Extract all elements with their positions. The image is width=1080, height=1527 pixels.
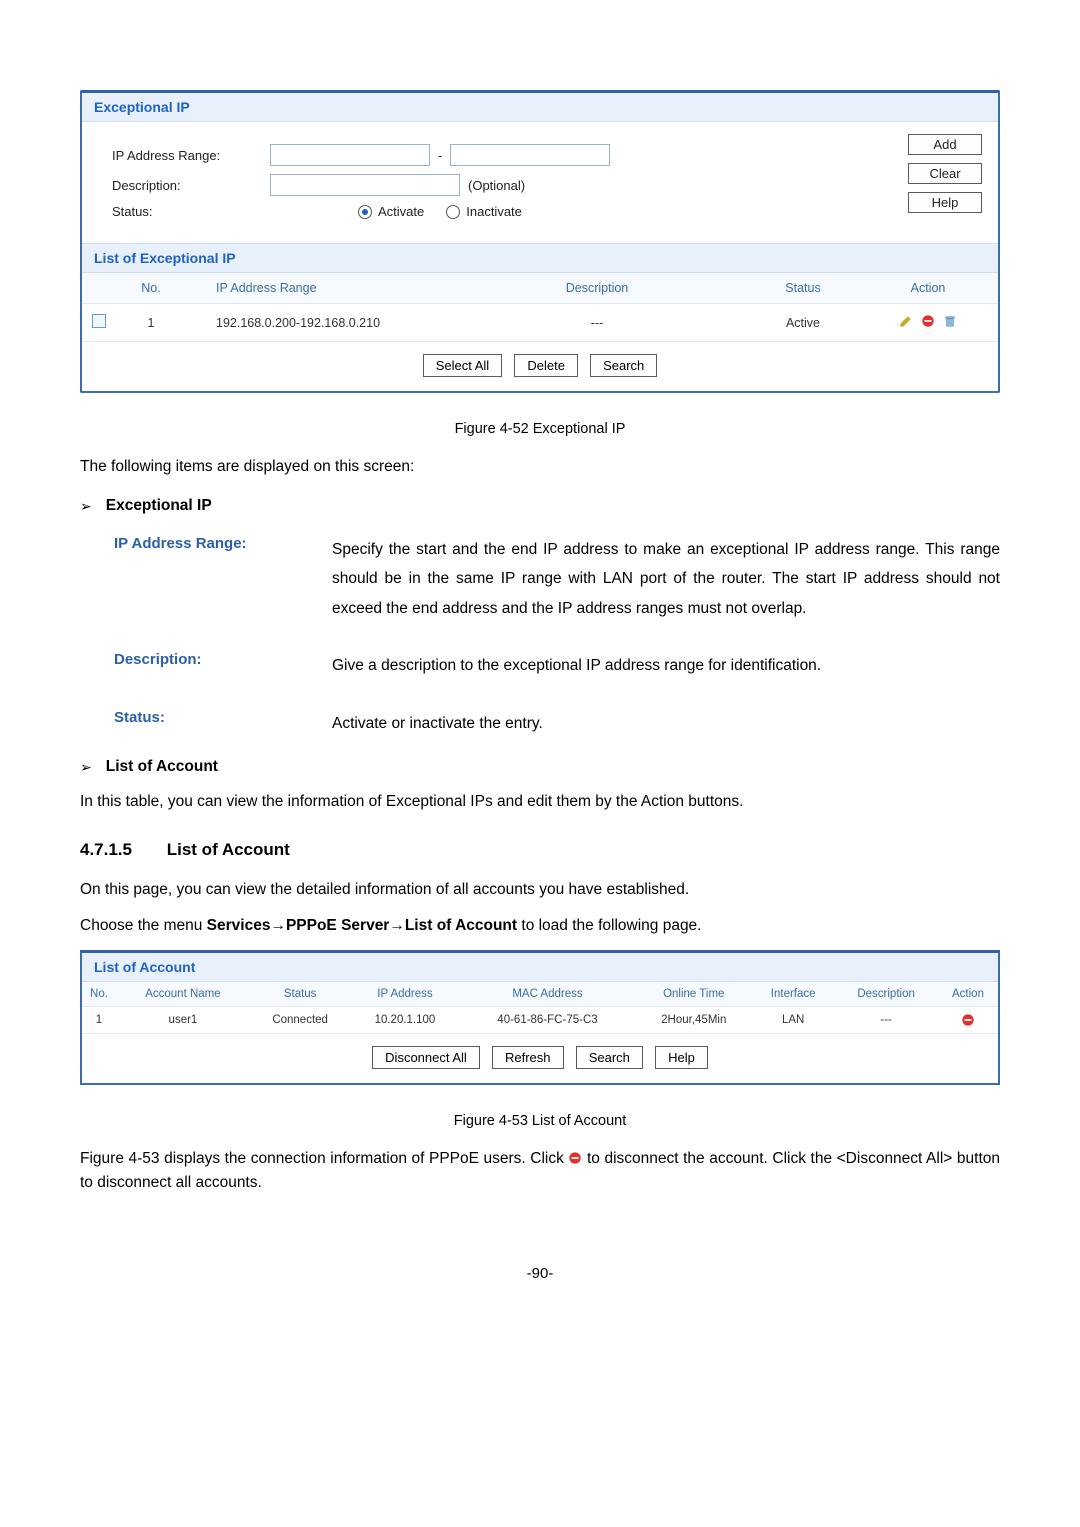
- menu-line-pre: Choose the menu: [80, 917, 207, 934]
- radio-unchecked-icon: [446, 205, 460, 219]
- help-button[interactable]: Help: [655, 1046, 708, 1069]
- exceptional-ip-form: Add Clear Help IP Address Range: - Descr…: [82, 122, 998, 243]
- table-row: 1 192.168.0.200-192.168.0.210 --- Active: [82, 304, 998, 342]
- ip-range-label: IP Address Range:: [92, 148, 262, 163]
- status-label: Status:: [92, 204, 262, 219]
- list-of-account-panel: List of Account No. Account Name Status …: [80, 950, 1000, 1085]
- col-no: No.: [82, 982, 116, 1007]
- chevron-label-1: Exceptional IP: [106, 497, 212, 515]
- disconnect-icon: [568, 1151, 582, 1165]
- panel-title: Exceptional IP: [82, 93, 998, 122]
- help-button[interactable]: Help: [908, 192, 982, 213]
- cell-online: 2Hour,45Min: [635, 1007, 752, 1034]
- section-title: List of Account: [167, 840, 290, 859]
- tail-pre: Figure 4-53 displays the connection info…: [80, 1150, 568, 1167]
- inactivate-label: Inactivate: [466, 204, 522, 219]
- trash-icon[interactable]: [943, 314, 957, 328]
- ip-separator: -: [438, 148, 442, 163]
- list-desc-text: In this table, you can view the informat…: [80, 790, 1000, 814]
- col-account: Account Name: [116, 982, 250, 1007]
- col-status: Status: [748, 273, 858, 304]
- col-no: No.: [116, 273, 186, 304]
- cell-description: ---: [834, 1007, 938, 1034]
- chevron-icon: ➢: [80, 759, 92, 776]
- exceptional-ip-table: No. IP Address Range Description Status …: [82, 273, 998, 342]
- cell-mac: 40-61-86-FC-75-C3: [460, 1007, 636, 1034]
- table-footer-buttons: Select All Delete Search: [82, 342, 998, 391]
- menu-line: Choose the menu Services→PPPoE Server→Li…: [80, 914, 1000, 938]
- def-term-ip-range: IP Address Range:: [114, 535, 314, 552]
- ip-end-input[interactable]: [450, 144, 610, 166]
- ip-start-input[interactable]: [270, 144, 430, 166]
- def-desc-ip-range: Specify the start and the end IP address…: [332, 535, 1000, 623]
- col-action: Action: [938, 982, 998, 1007]
- panel2-footer-buttons: Disconnect All Refresh Search Help: [82, 1034, 998, 1083]
- page-number: -90-: [80, 1265, 1000, 1282]
- disconnect-all-button[interactable]: Disconnect All: [372, 1046, 480, 1069]
- tail-text: Figure 4-53 displays the connection info…: [80, 1147, 1000, 1195]
- list-title: List of Exceptional IP: [82, 243, 998, 273]
- definition-list: IP Address Range: Specify the start and …: [114, 535, 1000, 738]
- disconnect-icon[interactable]: [961, 1013, 975, 1027]
- menu-line-post: to load the following page.: [517, 917, 701, 934]
- def-desc-description: Give a description to the exceptional IP…: [332, 651, 1000, 680]
- activate-label: Activate: [378, 204, 424, 219]
- inactivate-radio[interactable]: Inactivate: [446, 204, 522, 219]
- table-row: 1 user1 Connected 10.20.1.100 40-61-86-F…: [82, 1007, 998, 1034]
- row-checkbox[interactable]: [92, 314, 106, 328]
- intro-text: The following items are displayed on thi…: [80, 455, 1000, 479]
- section-heading: 4.7.1.5 List of Account: [80, 840, 1000, 860]
- col-action: Action: [858, 273, 998, 304]
- col-range: IP Address Range: [186, 273, 446, 304]
- figure-caption-2: Figure 4-53 List of Account: [80, 1113, 1000, 1129]
- def-term-description: Description:: [114, 651, 314, 668]
- optional-hint: (Optional): [468, 178, 525, 193]
- add-button[interactable]: Add: [908, 134, 982, 155]
- cell-interface: LAN: [752, 1007, 834, 1034]
- col-desc: Description: [446, 273, 748, 304]
- menu-line-bold: Services→PPPoE Server→List of Account: [207, 917, 517, 934]
- section-number: 4.7.1.5: [80, 840, 132, 859]
- refresh-button[interactable]: Refresh: [492, 1046, 564, 1069]
- search-button[interactable]: Search: [590, 354, 657, 377]
- figure-caption-1: Figure 4-52 Exceptional IP: [80, 421, 1000, 437]
- description-label: Description:: [92, 178, 262, 193]
- cell-range: 192.168.0.200-192.168.0.210: [186, 304, 446, 342]
- chevron-icon: ➢: [80, 498, 92, 515]
- cell-ip: 10.20.1.100: [350, 1007, 459, 1034]
- cell-desc: ---: [446, 304, 748, 342]
- col-online: Online Time: [635, 982, 752, 1007]
- cell-no: 1: [116, 304, 186, 342]
- exceptional-ip-panel: Exceptional IP Add Clear Help IP Address…: [80, 90, 1000, 393]
- cell-status: Connected: [250, 1007, 350, 1034]
- cell-no: 1: [82, 1007, 116, 1034]
- cell-account: user1: [116, 1007, 250, 1034]
- radio-checked-icon: [358, 205, 372, 219]
- delete-icon[interactable]: [921, 314, 935, 328]
- clear-button[interactable]: Clear: [908, 163, 982, 184]
- cell-status: Active: [748, 304, 858, 342]
- panel2-title: List of Account: [82, 953, 998, 982]
- search-button[interactable]: Search: [576, 1046, 643, 1069]
- def-term-status: Status:: [114, 709, 314, 726]
- col-interface: Interface: [752, 982, 834, 1007]
- col-ip: IP Address: [350, 982, 459, 1007]
- def-desc-status: Activate or inactivate the entry.: [332, 709, 1000, 738]
- select-all-button[interactable]: Select All: [423, 354, 502, 377]
- activate-radio[interactable]: Activate: [358, 204, 424, 219]
- form-button-stack: Add Clear Help: [908, 134, 982, 213]
- col-description: Description: [834, 982, 938, 1007]
- section-p1: On this page, you can view the detailed …: [80, 878, 1000, 902]
- col-status: Status: [250, 982, 350, 1007]
- chevron-label-2: List of Account: [106, 758, 218, 776]
- edit-icon[interactable]: [899, 314, 913, 328]
- delete-button[interactable]: Delete: [514, 354, 578, 377]
- account-table: No. Account Name Status IP Address MAC A…: [82, 982, 998, 1034]
- description-input[interactable]: [270, 174, 460, 196]
- col-mac: MAC Address: [460, 982, 636, 1007]
